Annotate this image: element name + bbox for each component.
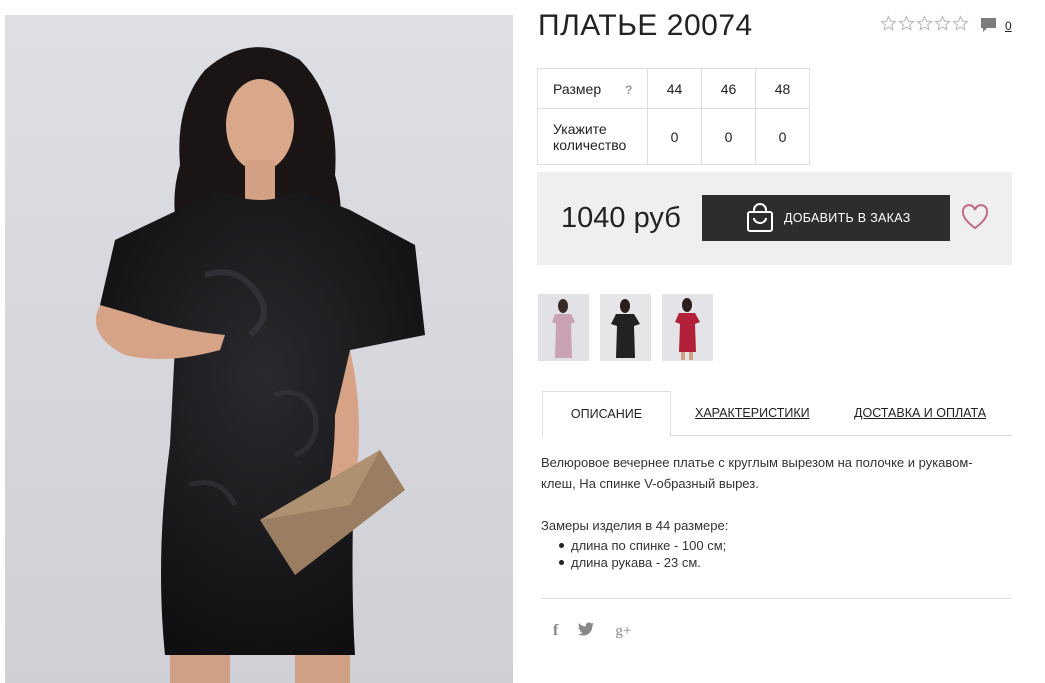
star-icon[interactable] bbox=[898, 15, 915, 32]
main-product-photo[interactable] bbox=[5, 15, 513, 683]
facebook-icon[interactable]: f bbox=[553, 622, 558, 640]
quantity-label-cell: Укажите количество bbox=[537, 108, 648, 165]
list-item: длина рукава - 23 см. bbox=[558, 554, 726, 571]
thumbnail-image bbox=[538, 294, 589, 361]
measurements-title: Замеры изделия в 44 размере: bbox=[541, 518, 729, 533]
list-item: длина по спинке - 100 см; bbox=[558, 538, 727, 553]
comments-link[interactable]: 0 bbox=[980, 17, 1012, 34]
price: 1040 руб bbox=[561, 202, 681, 234]
size-label-cell: Размер ? bbox=[537, 68, 648, 109]
size-table: Размер ? 44 46 48 Укажите количество 0 0… bbox=[537, 68, 810, 165]
quantity-input-46[interactable]: 0 bbox=[701, 108, 756, 165]
quantity-label-line2: количество bbox=[553, 136, 627, 153]
tab-characteristics[interactable]: ХАРАКТЕРИСТИКИ bbox=[695, 391, 810, 436]
add-to-order-button[interactable]: ДОБАВИТЬ В ЗАКАЗ bbox=[702, 195, 950, 241]
divider bbox=[541, 598, 1012, 599]
star-icon[interactable] bbox=[880, 15, 897, 32]
star-icon[interactable] bbox=[916, 15, 933, 32]
add-to-order-label: ДОБАВИТЬ В ЗАКАЗ bbox=[784, 211, 911, 225]
twitter-icon[interactable] bbox=[578, 622, 595, 640]
quantity-label-line1: Укажите bbox=[553, 120, 607, 137]
star-icon[interactable] bbox=[952, 15, 969, 32]
comment-icon bbox=[981, 18, 996, 32]
tab-description[interactable]: ОПИСАНИЕ bbox=[542, 391, 671, 437]
rating-stars[interactable] bbox=[880, 15, 969, 32]
size-44: 44 bbox=[647, 68, 702, 109]
question-icon[interactable]: ? bbox=[625, 83, 632, 97]
thumbnail-gallery bbox=[538, 294, 713, 361]
google-plus-icon[interactable]: g+ bbox=[615, 623, 631, 640]
thumbnail-red-dress[interactable] bbox=[662, 294, 713, 361]
thumbnail-image bbox=[662, 294, 713, 361]
thumbnail-pink-dress[interactable] bbox=[538, 294, 589, 361]
thumbnail-black-dress[interactable] bbox=[600, 294, 651, 361]
size-46: 46 bbox=[701, 68, 756, 109]
model-photo-illustration bbox=[5, 15, 513, 683]
quantity-row: Укажите количество 0 0 0 bbox=[537, 108, 810, 165]
thumbnail-image bbox=[600, 294, 651, 361]
product-description: Велюровое вечернее платье с круглым выре… bbox=[541, 455, 973, 491]
shopping-bag-icon bbox=[747, 203, 773, 232]
heart-icon[interactable] bbox=[961, 204, 989, 230]
size-row: Размер ? 44 46 48 bbox=[537, 68, 810, 109]
star-icon[interactable] bbox=[934, 15, 951, 32]
comments-count[interactable]: 0 bbox=[1005, 19, 1012, 33]
size-48: 48 bbox=[755, 68, 810, 109]
measurements-list: длина по спинке - 100 см; длина рукава -… bbox=[558, 537, 727, 571]
social-share: f g+ bbox=[553, 622, 631, 640]
buy-box: 1040 руб ДОБАВИТЬ В ЗАКАЗ bbox=[537, 172, 1012, 265]
product-tabs: ОПИСАНИЕ ХАРАКТЕРИСТИКИ ДОСТАВКА И ОПЛАТ… bbox=[542, 391, 1012, 437]
tab-delivery-payment[interactable]: ДОСТАВКА И ОПЛАТА bbox=[854, 391, 986, 436]
quantity-input-44[interactable]: 0 bbox=[647, 108, 702, 165]
quantity-input-48[interactable]: 0 bbox=[755, 108, 810, 165]
size-label: Размер bbox=[553, 80, 602, 97]
product-title: ПЛАТЬЕ 20074 bbox=[538, 9, 753, 42]
